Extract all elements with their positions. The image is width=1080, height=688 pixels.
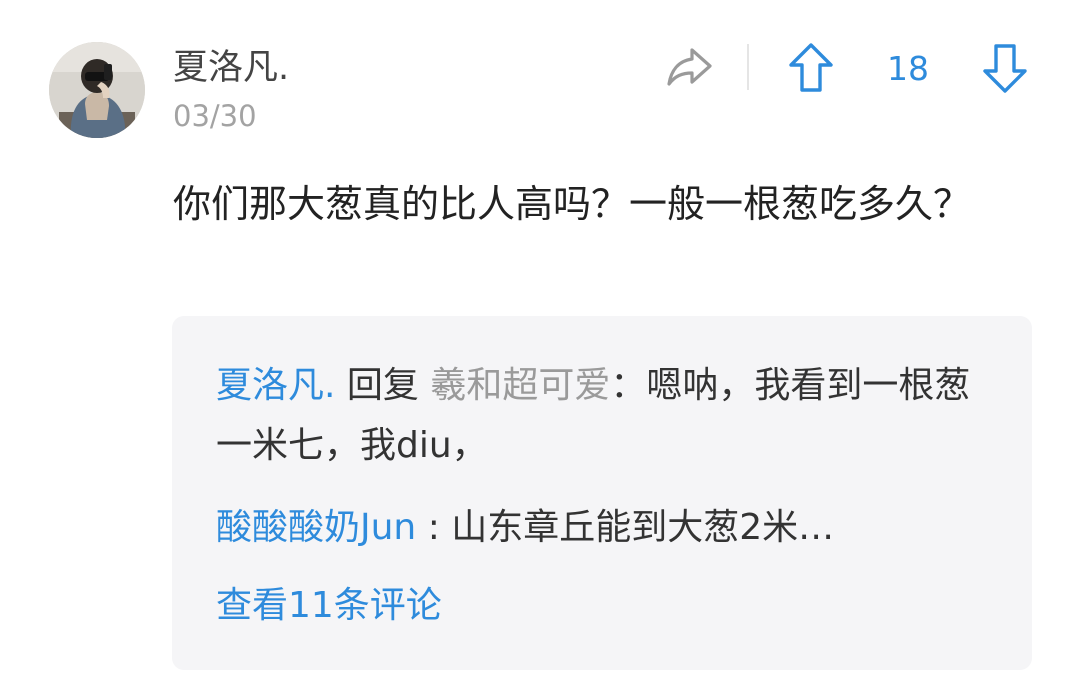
- reply-item[interactable]: 夏洛凡. 回复 羲和超可爱：嗯呐，我看到一根葱一米七，我diu，: [216, 356, 996, 476]
- avatar[interactable]: [49, 42, 145, 138]
- arrow-down-icon: [983, 44, 1027, 93]
- reply-text: 山东章丘能到大葱2米…: [451, 507, 835, 548]
- comment-date: 03/30: [173, 99, 257, 133]
- action-divider: [747, 44, 749, 90]
- reply-separator: :: [416, 507, 452, 548]
- reply-item[interactable]: 酸酸酸奶Jun : 山东章丘能到大葱2米…: [216, 500, 996, 556]
- comment-body: 你们那大葱真的比人高吗？一般一根葱吃多久？: [173, 182, 972, 226]
- reply-author[interactable]: 夏洛凡.: [216, 365, 335, 406]
- avatar-photo: [49, 42, 145, 138]
- reply-verb: 回复: [335, 365, 431, 406]
- replies-box[interactable]: 夏洛凡. 回复 羲和超可爱：嗯呐，我看到一根葱一米七，我diu， 酸酸酸奶Jun…: [172, 316, 1032, 670]
- vote-count: 18: [887, 49, 929, 88]
- upvote-button[interactable]: [788, 42, 834, 94]
- downvote-button[interactable]: [982, 42, 1028, 94]
- reply-separator: ：: [610, 365, 647, 406]
- comment-username[interactable]: 夏洛凡.: [173, 44, 289, 92]
- view-all-comments-link[interactable]: 查看11条评论: [216, 578, 442, 634]
- reply-target-user[interactable]: 羲和超可爱: [430, 365, 610, 406]
- share-icon[interactable]: [664, 42, 714, 92]
- reply-author[interactable]: 酸酸酸奶Jun: [216, 507, 416, 548]
- arrow-up-icon: [789, 43, 833, 92]
